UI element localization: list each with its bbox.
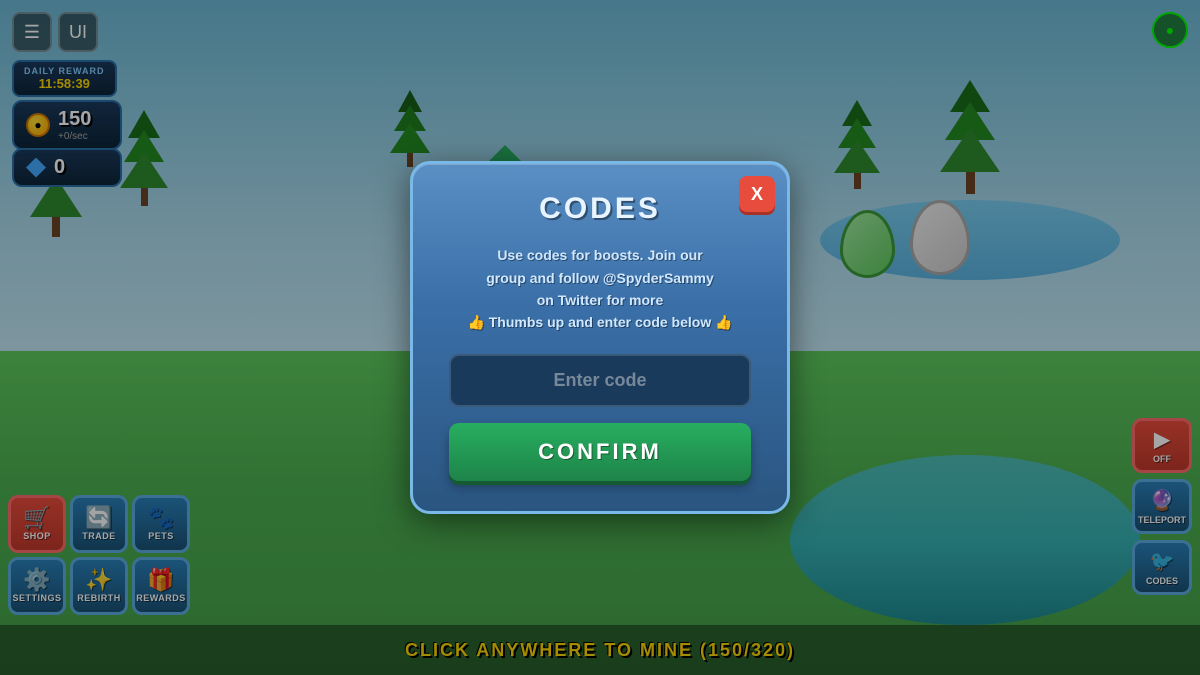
ui-overlay: ☰ UI ● DAILY REWARD 11:58:39 ● 150 +0/se… bbox=[0, 0, 1200, 675]
confirm-button[interactable]: CONFIRM bbox=[449, 423, 751, 481]
modal-desc-line4: 👍 Thumbs up and enter code below 👍 bbox=[449, 311, 751, 333]
modal-title: CODES bbox=[449, 192, 751, 226]
confirm-label: CONFIRM bbox=[538, 439, 662, 464]
codes-modal: X CODES Use codes for boosts. Join our g… bbox=[410, 161, 790, 514]
modal-desc-line2: group and follow @SpyderSammy bbox=[449, 267, 751, 289]
modal-overlay: X CODES Use codes for boosts. Join our g… bbox=[0, 0, 1200, 675]
close-icon: X bbox=[751, 184, 763, 205]
code-input[interactable] bbox=[449, 354, 751, 407]
modal-desc-line3: on Twitter for more bbox=[449, 289, 751, 311]
modal-desc-line1: Use codes for boosts. Join our bbox=[449, 244, 751, 266]
modal-close-button[interactable]: X bbox=[739, 176, 775, 212]
modal-description: Use codes for boosts. Join our group and… bbox=[449, 244, 751, 334]
